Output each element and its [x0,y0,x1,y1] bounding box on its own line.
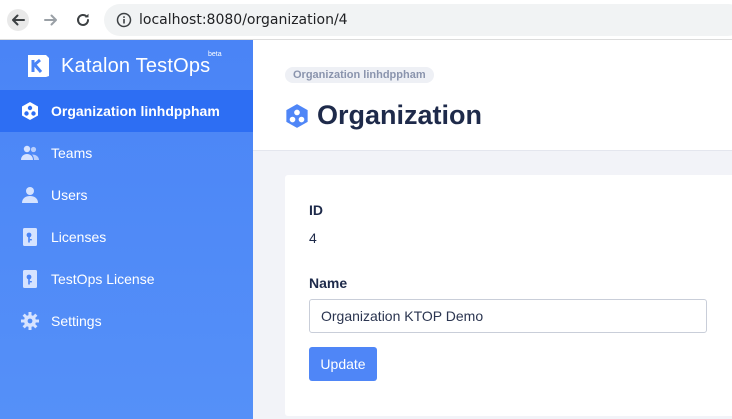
page-header: Organization linhdppham Organization [253,40,732,151]
sidebar-menu: Organization linhdppham Teams Users Lice… [0,90,253,342]
teams-icon [20,143,40,163]
katalon-logo-icon [28,55,49,77]
reload-icon [77,13,89,26]
license-icon [20,269,40,289]
name-label: Name [309,275,348,291]
id-value: 4 [309,230,317,246]
license-icon [20,227,40,247]
organization-icon [20,101,40,121]
browser-toolbar: localhost:8080/organization/4 [0,0,732,40]
sidebar-item-label: Users [51,187,88,203]
arrow-right-icon [44,14,57,26]
user-icon [20,185,40,205]
gear-icon [20,311,40,331]
page-title-row: Organization [285,100,482,131]
sidebar-item-label: Settings [51,313,102,329]
brand-name: Katalon TestOps [61,54,211,77]
info-icon[interactable] [116,12,132,28]
organization-card: ID 4 Name Update [285,175,732,416]
sidebar-item-label: TestOps License [51,271,155,287]
sidebar-item-label: Teams [51,145,93,161]
reload-button[interactable] [72,9,94,31]
back-button[interactable] [7,9,29,31]
sidebar-item-teams[interactable]: Teams [0,132,253,174]
sidebar-item-settings[interactable]: Settings [0,300,253,342]
breadcrumb[interactable]: Organization linhdppham [285,67,434,83]
sidebar-item-licenses[interactable]: Licenses [0,216,253,258]
sidebar-item-users[interactable]: Users [0,174,253,216]
page-title: Organization [317,100,483,130]
sidebar-item-label: Licenses [51,229,107,245]
sidebar: Katalon TestOps beta Organization linhdp… [0,40,253,419]
id-label: ID [309,202,323,218]
brand[interactable]: Katalon TestOps beta [25,51,222,80]
beta-badge: beta [208,51,222,58]
url-text[interactable]: localhost:8080/organization/4 [139,12,348,28]
sidebar-item-organization[interactable]: Organization linhdppham [0,90,253,132]
arrow-left-icon [12,14,25,26]
organization-icon [286,103,308,128]
address-bar[interactable]: localhost:8080/organization/4 [104,4,732,36]
sidebar-item-testops-license[interactable]: TestOps License [0,258,253,300]
forward-button[interactable] [40,9,62,31]
name-input[interactable] [309,299,707,333]
sidebar-item-label: Organization linhdppham [51,103,220,119]
update-button[interactable]: Update [309,347,377,381]
